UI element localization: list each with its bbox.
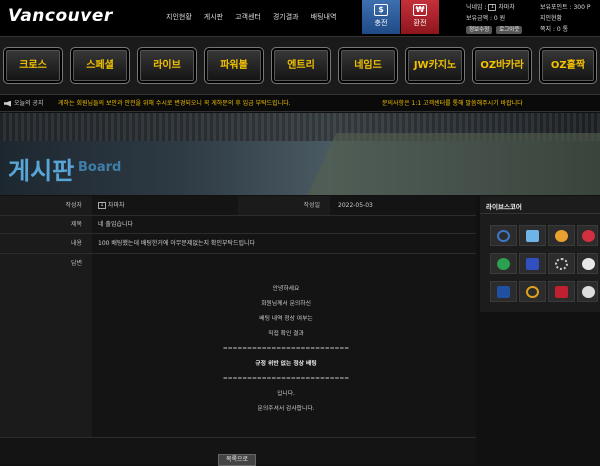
main-menu: 크로스 스페셜 라이브 파워볼 엔트리 네임드 JW카지노 OZ바카라 OZ홀짝 <box>0 36 600 94</box>
live-score-panel: 라이브스코어 <box>480 196 600 312</box>
livescore-7m[interactable] <box>519 225 546 246</box>
title-value: 네 출입습니다 <box>98 221 134 228</box>
title-label: 제목 <box>0 216 92 233</box>
livescore-score[interactable] <box>519 253 546 274</box>
nav-friends[interactable]: 지인현황 <box>166 12 192 22</box>
live-score-title: 라이브스코어 <box>480 196 600 214</box>
author-label: 작성자 <box>0 196 92 215</box>
money-hand-icon: ₩ <box>413 4 427 16</box>
banner-title: 게시판 <box>8 157 75 185</box>
notice-bar: 오늘의 공지 게하는 회원님들의 보안과 안전을 위해 수시로 변경되오니 꼭 … <box>0 94 600 112</box>
post-view: 작성자 1 차마차 작성일 2022-05-03 제목 네 출입습니다 내용 1… <box>0 196 476 466</box>
menu-special[interactable]: 스페셜 <box>70 47 130 84</box>
reply-line: 배팅 내역 정상 여부는 <box>259 316 313 322</box>
nhl-icon <box>582 286 595 298</box>
reply-line: 문의주셔서 감사합니다. <box>257 406 315 412</box>
refund-button[interactable]: ₩ 환전 <box>401 0 439 34</box>
notice-label: 오늘의 공지 <box>14 100 44 107</box>
ucl-icon <box>555 258 568 270</box>
author-value: 1 차마차 <box>98 196 124 216</box>
reply-row: 답변 안녕하세요 회원님께서 문의하신 배팅 내역 정상 여부는 직접 확인 결… <box>0 254 476 438</box>
spin-icon <box>497 230 510 242</box>
edit-info-button[interactable]: 정보수정 <box>466 26 493 34</box>
livescore-ucl[interactable] <box>548 253 575 274</box>
livescore-goal[interactable] <box>548 225 575 246</box>
livescore-mlb[interactable] <box>490 281 517 302</box>
reply-line: 입니다. <box>277 391 295 397</box>
nav-results[interactable]: 경기결과 <box>273 12 299 22</box>
stadium-field <box>303 133 600 195</box>
livescore-laliga[interactable] <box>577 253 598 274</box>
top-nav: 지인현황 게시판 고객센터 경기결과 배팅내역 <box>166 12 336 22</box>
goal-icon <box>555 230 568 242</box>
laliga-icon <box>582 258 595 270</box>
title-row: 제목 네 출입습니다 <box>0 216 476 234</box>
menu-entry[interactable]: 엔트리 <box>271 47 331 84</box>
message-count[interactable]: 쪽지 : 0 통 <box>540 24 590 35</box>
author-row: 작성자 1 차마차 작성일 2022-05-03 <box>0 196 476 216</box>
logout-button[interactable]: 로그아웃 <box>496 26 523 34</box>
reply-line: 직접 확인 결과 <box>268 331 304 337</box>
banner-subtitle: Board <box>78 160 122 175</box>
livescore-n[interactable] <box>490 253 517 274</box>
site-logo[interactable]: Vancouver <box>8 6 113 26</box>
point-value: 300 P <box>573 4 591 11</box>
n-icon <box>497 258 510 270</box>
notice-label-wrap: 오늘의 공지 <box>4 95 44 112</box>
menu-jw-casino[interactable]: JW카지노 <box>405 47 465 84</box>
livescore-spin[interactable] <box>490 225 517 246</box>
refund-label: 환전 <box>413 19 427 27</box>
7m-icon <box>526 230 539 242</box>
dollar-icon: $ <box>374 4 388 16</box>
nav-support[interactable]: 고객센터 <box>235 12 261 22</box>
menu-oz-oddeven[interactable]: OZ홀짝 <box>539 47 597 84</box>
nav-bet-history[interactable]: 배팅내역 <box>311 12 337 22</box>
reply-line: ========================== <box>222 346 350 352</box>
content-label: 내용 <box>0 234 92 253</box>
board-banner: 게시판 Board <box>0 113 600 195</box>
charge-label: 충전 <box>374 19 388 27</box>
author-name: 차마차 <box>107 202 125 209</box>
nickname-label: 닉네임 : <box>466 4 487 11</box>
livescore-nhl[interactable] <box>577 281 598 302</box>
reply-line: 안녕하세요 <box>272 286 300 292</box>
back-to-list-button[interactable]: 목록으로 <box>218 454 256 466</box>
point-label: 보유포인트 : <box>540 4 572 11</box>
mlb-icon <box>497 286 510 298</box>
charge-button[interactable]: $ 충전 <box>362 0 400 34</box>
content-value: 100 배팅했는데 배팅한거에 아무문제없는지 확인부탁드립니다 <box>98 240 256 247</box>
top-bar: Vancouver 지인현황 게시판 고객센터 경기결과 배팅내역 $ 충전 ₩… <box>0 0 600 36</box>
date-label: 작성일 <box>238 196 330 215</box>
nav-board[interactable]: 게시판 <box>204 12 223 22</box>
nickname: 차마차 <box>498 4 515 11</box>
user-info-right: 보유포인트 : 300 P 지인현황 쪽지 : 0 통 <box>540 2 590 35</box>
reply-line: 회원님께서 문의하신 <box>261 301 311 307</box>
menu-named[interactable]: 네임드 <box>338 47 398 84</box>
user-info: 닉네임 : 1 차마차 보유금액 : 0 원 정보수정 로그아웃 <box>466 2 524 35</box>
livescore-nba[interactable] <box>548 281 575 302</box>
level-badge: 1 <box>488 4 497 11</box>
livescore-circle[interactable] <box>519 281 546 302</box>
content-row: 내용 100 배팅했는데 배팅한거에 아무문제없는지 확인부탁드립니다 <box>0 234 476 254</box>
menu-live[interactable]: 라이브 <box>137 47 197 84</box>
menu-cross[interactable]: 크로스 <box>3 47 63 84</box>
reply-line: ========================== <box>222 376 350 382</box>
menu-powerball[interactable]: 파워볼 <box>204 47 264 84</box>
livescore-circles[interactable] <box>577 225 598 246</box>
reply-content: 안녕하세요 회원님께서 문의하신 배팅 내역 정상 여부는 직접 확인 결과 =… <box>98 282 474 417</box>
circle-icon <box>526 286 539 298</box>
friend-status-link[interactable]: 지인현황 <box>540 13 590 24</box>
score-icon <box>526 258 539 270</box>
notice-text: 게하는 회원님들의 보안과 안전을 위해 수시로 변경되오니 꼭 게하문의 후 … <box>58 100 291 107</box>
money-label: 보유금액 : 0 원 <box>466 15 506 22</box>
menu-oz-baccarat[interactable]: OZ바카라 <box>472 47 532 84</box>
author-level-badge: 1 <box>98 202 106 209</box>
circles-icon <box>582 230 595 242</box>
nba-icon <box>555 286 568 298</box>
speaker-icon <box>4 100 11 107</box>
reply-line: 규정 위반 없는 정상 배팅 <box>255 361 317 367</box>
reply-label: 답변 <box>0 254 92 437</box>
date-value: 2022-05-03 <box>338 202 373 209</box>
notice-text-2: 문의사항은 1:1 고객센터를 통해 말씀해주시기 바랍니다 <box>382 100 523 107</box>
